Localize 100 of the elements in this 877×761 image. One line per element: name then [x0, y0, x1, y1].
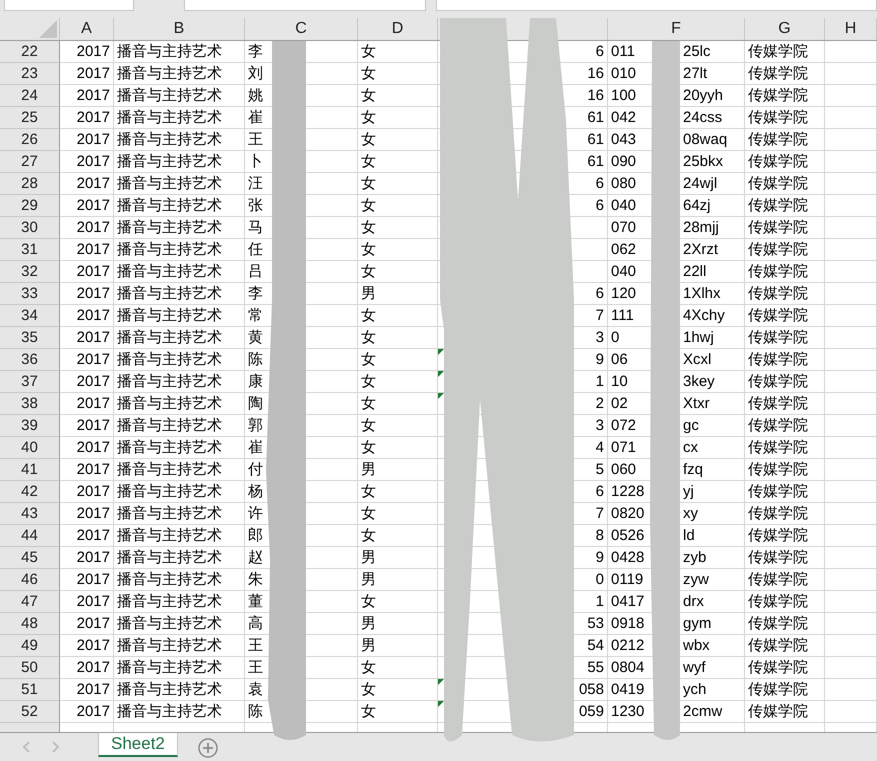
table-cell: 传媒学院	[748, 548, 808, 567]
table-cell: 女	[361, 702, 376, 721]
table-cell-text: 090	[611, 153, 638, 170]
table-cell: 播音与主持艺术	[117, 86, 222, 105]
table-cell: 黄	[248, 328, 263, 347]
table-cell-text: 0526	[611, 527, 646, 544]
table-cell: 2017	[76, 703, 110, 720]
table-cell: 53	[587, 615, 604, 632]
table-cell: 女	[361, 240, 376, 259]
table-cell: 女	[361, 262, 376, 281]
table-cell: 5	[596, 461, 604, 478]
column-header[interactable]: F	[671, 20, 681, 38]
table-cell: 6	[596, 483, 604, 500]
table-cell: 2017	[76, 373, 110, 390]
table-cell: 任	[248, 240, 263, 259]
table-cell: 女	[361, 152, 376, 171]
table-cell-text: 0820	[611, 505, 646, 522]
table-cell-text: 0212	[611, 637, 646, 654]
column-header[interactable]: A	[81, 20, 92, 38]
table-cell-text: 040	[611, 263, 638, 280]
table-cell: 播音与主持艺术	[117, 218, 222, 237]
table-cell: 女	[361, 306, 376, 325]
table-cell: 2017	[76, 307, 110, 324]
table-cell: 20yyh	[683, 87, 724, 104]
column-header[interactable]: H	[844, 20, 856, 38]
table-cell: 播音与主持艺术	[117, 702, 222, 721]
table-cell: 61	[587, 109, 604, 126]
table-cell: 传媒学院	[748, 592, 808, 611]
table-cell: 2017	[76, 417, 110, 434]
sheet-tab[interactable]: Sheet2	[98, 733, 178, 757]
table-cell: 播音与主持艺术	[117, 64, 222, 83]
table-cell: 22ll	[683, 263, 706, 280]
table-cell: 传媒学院	[748, 130, 808, 149]
table-cell: 7	[596, 307, 604, 324]
previous-sheet-icon[interactable]	[22, 741, 30, 753]
table-cell: 传媒学院	[748, 482, 808, 501]
function-field[interactable]	[184, 0, 426, 11]
table-cell: 付	[248, 460, 263, 479]
table-cell: 7	[596, 505, 604, 522]
table-cell: 1	[596, 373, 604, 390]
table-cell: 4	[596, 439, 604, 456]
table-cell: 陈	[248, 350, 263, 369]
table-cell: 2017	[76, 153, 110, 170]
add-sheet-icon[interactable]	[198, 738, 218, 758]
table-cell: 54	[587, 637, 604, 654]
name-box[interactable]	[4, 0, 134, 11]
table-cell: cx	[683, 439, 698, 456]
table-cell-text: 111	[611, 307, 635, 324]
table-cell: 女	[361, 394, 376, 413]
table-cell: 播音与主持艺术	[117, 416, 222, 435]
table-cell: 王	[248, 658, 263, 677]
table-cell: 2017	[76, 65, 110, 82]
table-cell: 播音与主持艺术	[117, 614, 222, 633]
table-cell: 传媒学院	[748, 174, 808, 193]
table-cell: 传媒学院	[748, 504, 808, 523]
table-cell: 女	[361, 108, 376, 127]
column-header[interactable]: D	[392, 20, 404, 38]
table-cell: 传媒学院	[748, 64, 808, 83]
table-cell: 2017	[76, 505, 110, 522]
table-cell: 播音与主持艺术	[117, 174, 222, 193]
table-cell: 男	[361, 570, 376, 589]
table-cell: 28mjj	[683, 219, 719, 236]
table-cell: 传媒学院	[748, 108, 808, 127]
column-header[interactable]: G	[778, 20, 791, 38]
column-header[interactable]: B	[174, 20, 184, 38]
table-cell: 2017	[76, 659, 110, 676]
table-cell: 刘	[248, 64, 263, 83]
table-cell: 2017	[76, 571, 110, 588]
table-cell-text: 060	[611, 461, 638, 478]
formula-field[interactable]	[436, 0, 877, 11]
table-cell: 女	[361, 42, 376, 61]
column-header[interactable]: C	[295, 20, 307, 38]
table-cell: 1	[596, 593, 604, 610]
table-cell: 传媒学院	[748, 328, 808, 347]
table-cell: 传媒学院	[748, 526, 808, 545]
table-cell: 康	[248, 372, 263, 391]
table-cell: 059	[578, 703, 604, 720]
table-cell: 2017	[76, 241, 110, 258]
table-cell: 男	[361, 460, 376, 479]
table-cell: 传媒学院	[748, 460, 808, 479]
table-cell: 2Xrzt	[683, 241, 718, 258]
table-cell: 播音与主持艺术	[117, 306, 222, 325]
table-cell: 2017	[76, 637, 110, 654]
table-cell: 卜	[248, 152, 263, 171]
table-cell: 传媒学院	[748, 416, 808, 435]
table-cell: 女	[361, 416, 376, 435]
table-cell: 传媒学院	[748, 42, 808, 61]
table-cell: 传媒学院	[748, 394, 808, 413]
table-cell: 2017	[76, 439, 110, 456]
table-cell: 1Xlhx	[683, 285, 721, 302]
next-sheet-icon[interactable]	[52, 741, 60, 753]
table-cell: 16	[587, 65, 604, 82]
table-cell: 08waq	[683, 131, 728, 148]
table-cell: 传媒学院	[748, 152, 808, 171]
table-cell: 2017	[76, 263, 110, 280]
table-cell: 女	[361, 680, 376, 699]
table-cell: 16	[587, 87, 604, 104]
table-cell: 播音与主持艺术	[117, 108, 222, 127]
table-cell: drx	[683, 593, 704, 610]
table-cell: 马	[248, 218, 263, 237]
